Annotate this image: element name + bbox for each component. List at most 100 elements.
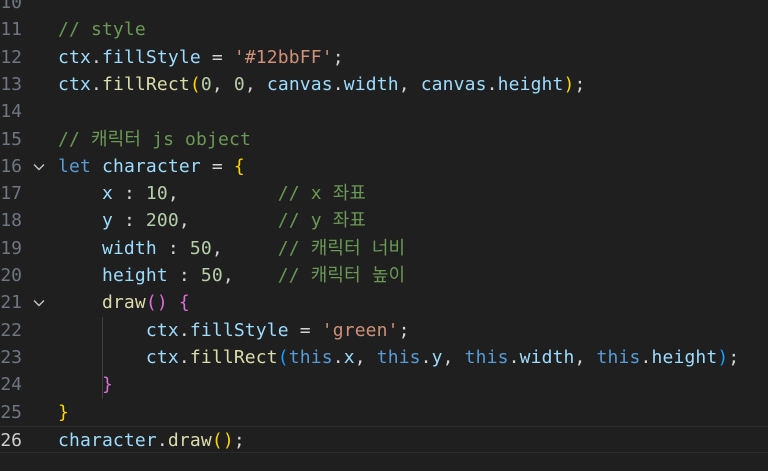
- code-token: // style: [58, 19, 146, 41]
- code-token: ,: [222, 265, 278, 286]
- code-token: ,: [398, 73, 421, 95]
- code-token: x: [101, 183, 113, 205]
- code-token: '#12bbFF': [233, 46, 333, 68]
- code-token: (: [189, 73, 201, 95]
- code-token: =: [200, 155, 234, 177]
- code-token: // 캐릭터 높이: [277, 265, 406, 286]
- line-number: 12: [0, 46, 22, 68]
- code-token: this: [288, 346, 333, 368]
- code-token: ;: [574, 73, 586, 95]
- code-line[interactable]: 13 ctx.fillRect(0, 0, canvas.width, canva…: [0, 71, 768, 98]
- code-token: 0: [200, 73, 212, 95]
- code-token: 50: [189, 237, 212, 259]
- code-line[interactable]: 16 let character = {: [0, 153, 768, 180]
- code-token: {: [178, 292, 190, 314]
- code-token: height: [497, 73, 564, 95]
- code-token: 0: [233, 73, 245, 95]
- code-token: ,: [354, 346, 377, 368]
- code-text: ctx.fillStyle = 'green';: [58, 317, 410, 344]
- code-token: ,: [442, 346, 465, 368]
- code-token: ;: [728, 346, 740, 368]
- code-text: // style: [58, 16, 146, 43]
- code-token: .: [420, 346, 432, 368]
- code-token: 200: [145, 210, 179, 232]
- code-token: }: [58, 401, 69, 423]
- code-token: ;: [233, 429, 245, 451]
- code-token: canvas: [266, 73, 333, 95]
- code-text: width : 50, // 캐릭터 너비: [58, 235, 405, 262]
- code-line[interactable]: 19 width : 50, // 캐릭터 너비: [0, 235, 768, 262]
- code-text: height : 50, // 캐릭터 높이: [58, 262, 405, 289]
- code-token: width: [519, 346, 575, 368]
- code-token: :: [167, 265, 201, 286]
- code-token: width: [101, 237, 157, 259]
- code-line[interactable]: 23 ctx.fillRect(this.x, this.y, this.wid…: [0, 344, 768, 371]
- code-text: draw() {: [58, 289, 190, 316]
- code-token: // y 좌표: [277, 210, 367, 232]
- code-line[interactable]: 10: [0, 0, 768, 16]
- code-line[interactable]: 14: [0, 98, 768, 125]
- code-token: this: [464, 346, 509, 368]
- code-token: :: [112, 210, 146, 232]
- code-token: y: [101, 210, 113, 232]
- code-token: ctx: [58, 73, 91, 95]
- code-token: ,: [178, 210, 278, 232]
- code-token: fillStyle: [101, 46, 201, 68]
- code-line[interactable]: 18 y : 200, // y 좌표: [0, 207, 768, 234]
- code-token: let: [58, 155, 91, 177]
- code-token: // 캐릭터 너비: [277, 237, 406, 259]
- code-text: // 캐릭터 js object: [58, 126, 251, 153]
- line-number: 10: [0, 0, 22, 13]
- code-line[interactable]: 12 ctx.fillStyle = '#12bbFF';: [0, 44, 768, 71]
- code-text: character.draw();: [58, 427, 245, 454]
- line-number: 18: [0, 210, 22, 232]
- code-text: x : 10, // x 좌표: [58, 180, 366, 207]
- code-token: .: [332, 73, 344, 95]
- code-line[interactable]: 22 ctx.fillStyle = 'green';: [0, 317, 768, 344]
- code-token: ): [717, 346, 729, 368]
- fold-chevron-icon[interactable]: [31, 295, 47, 311]
- code-line[interactable]: 26 character.draw();: [0, 425, 768, 454]
- code-token: ,: [244, 73, 267, 95]
- code-token: ,: [574, 346, 597, 368]
- code-line[interactable]: 20 height : 50, // 캐릭터 높이: [0, 262, 768, 289]
- code-line[interactable]: 21 draw() {: [0, 289, 768, 316]
- code-token: :: [156, 237, 190, 259]
- line-number: 15: [0, 128, 22, 150]
- code-token: (): [211, 429, 234, 451]
- code-token: draw: [101, 292, 146, 314]
- code-token: .: [640, 346, 652, 368]
- code-line[interactable]: 24 }: [0, 371, 768, 398]
- code-token: ctx: [145, 319, 179, 341]
- code-token: x: [343, 346, 355, 368]
- code-token: (): [145, 292, 168, 314]
- line-number: 22: [0, 319, 22, 341]
- line-number: 25: [0, 401, 22, 423]
- line-number: 16: [0, 155, 22, 177]
- code-token: (: [277, 346, 289, 368]
- code-token: // x 좌표: [277, 183, 367, 205]
- code-text: ctx.fillStyle = '#12bbFF';: [58, 44, 344, 71]
- line-number: 11: [0, 19, 22, 41]
- code-line[interactable]: 11 // style: [0, 16, 768, 43]
- code-line[interactable]: 25}: [0, 399, 768, 426]
- code-token: 50: [200, 265, 223, 286]
- code-text: y : 200, // y 좌표: [58, 207, 366, 234]
- code-text: }: [58, 399, 69, 426]
- code-editor[interactable]: 10 11// style 12 ctx.fillStyle = '#12bbFF';…: [0, 0, 768, 471]
- code-token: ctx: [145, 346, 179, 368]
- code-token: draw: [167, 429, 212, 451]
- code-token: character: [58, 429, 157, 451]
- fold-chevron-icon[interactable]: [31, 159, 47, 175]
- code-token: this: [376, 346, 421, 368]
- code-token: ;: [332, 46, 344, 68]
- code-token: :: [112, 183, 146, 205]
- code-line[interactable]: 15 // 캐릭터 js object: [0, 126, 768, 153]
- code-line[interactable]: 17 x : 10, // x 좌표: [0, 180, 768, 207]
- code-token: ,: [211, 73, 234, 95]
- code-token: .: [332, 346, 344, 368]
- line-number: 21: [0, 292, 22, 314]
- code-token: .: [156, 429, 168, 451]
